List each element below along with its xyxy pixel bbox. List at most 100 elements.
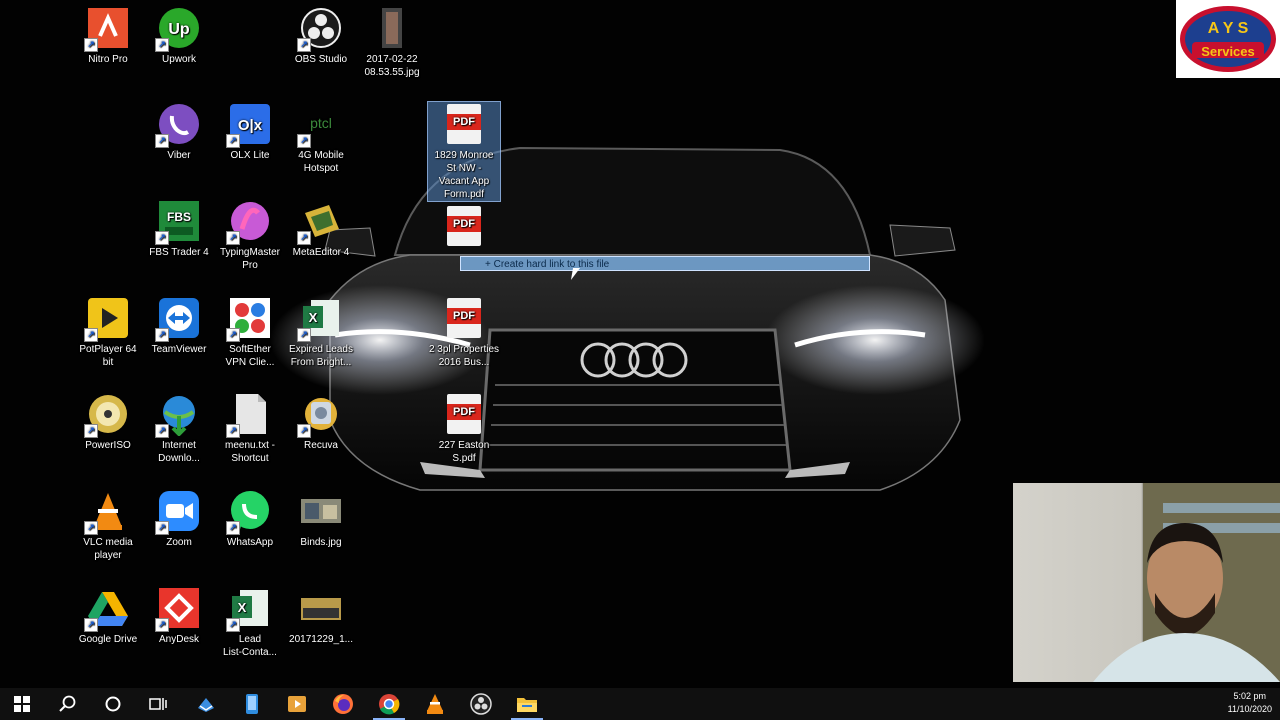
- chrome-icon: [379, 694, 400, 715]
- desktop-icon-20171229[interactable]: 20171229_1...: [283, 586, 359, 646]
- text-file-icon: ↗: [226, 392, 272, 438]
- image-thumbnail-icon: [370, 6, 414, 50]
- desktop-icon-metaeditor[interactable]: ↗ MetaEditor 4: [283, 199, 359, 259]
- desktop-icon-lead-list[interactable]: X ↗ Lead List-Conta...: [212, 586, 288, 659]
- taskbar-vlc-button[interactable]: [413, 688, 457, 720]
- desktop[interactable]: ↗ Nitro Pro ↗ Viber ↗ PotPlayer 64 bit ↗…: [0, 0, 1280, 688]
- windows-start-icon: [14, 696, 30, 712]
- desktop-icon-label: Zoom: [166, 537, 192, 548]
- media-player-icon: [288, 696, 306, 712]
- task-view-button[interactable]: [136, 688, 180, 720]
- nitro-pro-icon: ↗: [84, 6, 130, 52]
- desktop-icon-zoom[interactable]: ↗ Zoom: [141, 489, 217, 549]
- taskbar-file-explorer-button[interactable]: [505, 688, 549, 720]
- desktop-icon-1829-monroe-pdf[interactable]: PDF 1829 Monroe St NW - Vacant App Form.…: [427, 101, 501, 202]
- vlc-icon: ↗: [84, 489, 130, 535]
- desktop-icon-google-drive[interactable]: ↗ Google Drive: [70, 586, 146, 646]
- desktop-icon-olx[interactable]: O|x ↗ OLX Lite: [212, 102, 288, 162]
- start-button[interactable]: [0, 688, 44, 720]
- recuva-icon: ↗: [297, 392, 343, 438]
- desktop-icon-poweriso[interactable]: ↗ PowerISO: [70, 392, 146, 452]
- desktop-icon-227-easton-pdf[interactable]: PDF 227 Easton S.pdf: [426, 392, 502, 465]
- image-thumbnail-icon: [299, 586, 343, 630]
- taskbar-firefox-button[interactable]: [321, 688, 365, 720]
- olx-icon: O|x ↗: [226, 102, 272, 148]
- svg-text:X: X: [309, 310, 318, 325]
- svg-text:A Y S: A Y S: [1208, 20, 1249, 37]
- desktop-icon-pdf-file[interactable]: PDF: [426, 204, 502, 251]
- svg-text:O|x: O|x: [238, 117, 263, 134]
- desktop-icon-label: PowerISO: [85, 440, 131, 451]
- firefox-icon: [333, 694, 353, 714]
- desktop-icon-label: 2017-02-22 08.53.55.jpg: [364, 54, 420, 78]
- app-icon: [198, 698, 214, 712]
- desktop-icon-4g-mobile-hotspot[interactable]: ptcl ↗ 4G Mobile Hotspot: [283, 102, 359, 175]
- desktop-icon-label: TeamViewer: [151, 344, 207, 355]
- google-drive-icon: ↗: [84, 586, 130, 632]
- whatsapp-icon: ↗: [226, 489, 272, 535]
- cortana-circle-icon: [105, 696, 121, 712]
- desktop-icon-teamviewer[interactable]: ↗ TeamViewer: [141, 296, 217, 356]
- desktop-icon-label: Upwork: [162, 54, 196, 65]
- upwork-icon: Up ↗: [155, 6, 201, 52]
- desktop-icon-label: PotPlayer 64 bit: [79, 344, 137, 368]
- desktop-icon-label: Lead List-Conta...: [223, 634, 277, 658]
- taskbar-media-button[interactable]: [275, 688, 319, 720]
- desktop-icon-label: meenu.txt - Shortcut: [224, 440, 276, 464]
- desktop-icon-label: OBS Studio: [294, 54, 348, 65]
- pdf-icon: PDF: [442, 392, 486, 436]
- system-clock[interactable]: 5:02 pm 11/10/2020: [1228, 690, 1272, 716]
- teamviewer-icon: ↗: [155, 296, 201, 342]
- svg-text:ptcl: ptcl: [310, 115, 332, 131]
- desktop-icon-upwork[interactable]: Up ↗ Upwork: [141, 6, 217, 66]
- desktop-icon-potplayer[interactable]: ↗ PotPlayer 64 bit: [70, 296, 146, 369]
- desktop-icon-binds-jpg[interactable]: Binds.jpg: [283, 489, 359, 549]
- desktop-icon-label: VLC media player: [83, 537, 133, 561]
- desktop-icon-meenu-txt[interactable]: ↗ meenu.txt - Shortcut: [212, 392, 288, 465]
- excel-icon: X ↗: [297, 296, 343, 342]
- desktop-icon-anydesk[interactable]: ↗ AnyDesk: [141, 586, 217, 646]
- zoom-icon: ↗: [155, 489, 201, 535]
- desktop-icon-expired-leads[interactable]: X ↗ Expired Leads From Bright...: [283, 296, 359, 369]
- pdf-icon: PDF: [442, 102, 486, 146]
- task-view-icon: [149, 698, 167, 710]
- desktop-icon-label: 2 3pl Properties 2016 Bus...: [428, 344, 500, 368]
- logo-text: Services: [1201, 44, 1255, 59]
- desktop-icon-label: Binds.jpg: [300, 537, 342, 548]
- cortana-button[interactable]: [91, 688, 135, 720]
- desktop-icon-label: 1829 Monroe St NW - Vacant App Form.pdf: [434, 150, 494, 200]
- desktop-icon-viber[interactable]: ↗ Viber: [141, 102, 217, 162]
- desktop-icon-recuva[interactable]: ↗ Recuva: [283, 392, 359, 452]
- desktop-icon-nitro-pro[interactable]: ↗ Nitro Pro: [70, 6, 146, 66]
- vlc-icon: [427, 694, 443, 714]
- desktop-icon-label: 4G Mobile Hotspot: [298, 150, 344, 174]
- taskbar-app-button[interactable]: [184, 688, 228, 720]
- desktop-icon-2017-02-22-jpg[interactable]: 2017-02-22 08.53.55.jpg: [354, 6, 430, 79]
- desktop-icon-label: SoftEther VPN Clie...: [225, 344, 275, 368]
- desktop-icon-properties-pdf[interactable]: PDF 2 3pl Properties 2016 Bus...: [426, 296, 502, 369]
- taskbar-obs-button[interactable]: [459, 688, 503, 720]
- fbs-trader-icon: FBS ↗: [155, 199, 201, 245]
- clock-time: 5:02 pm: [1233, 691, 1267, 701]
- taskbar-phone-button[interactable]: [230, 688, 274, 720]
- desktop-icon-obs-studio[interactable]: ↗ OBS Studio: [283, 6, 359, 66]
- desktop-icon-softether[interactable]: ↗ SoftEther VPN Clie...: [212, 296, 288, 369]
- taskbar-chrome-button[interactable]: [367, 688, 411, 720]
- svg-text:X: X: [238, 600, 247, 615]
- desktop-icon-internet-download-manager[interactable]: ↗ Internet Downlo...: [141, 392, 217, 465]
- drag-tooltip: + Create hard link to this file: [460, 256, 870, 271]
- desktop-icon-label: Internet Downlo...: [158, 440, 200, 464]
- desktop-icon-whatsapp[interactable]: ↗ WhatsApp: [212, 489, 288, 549]
- search-icon: [59, 695, 76, 712]
- search-button[interactable]: [46, 688, 90, 720]
- obs-studio-icon: ↗: [297, 6, 343, 52]
- desktop-icon-typingmaster[interactable]: ↗ TypingMaster Pro: [212, 199, 288, 272]
- desktop-icon-fbs-trader[interactable]: FBS ↗ FBS Trader 4: [141, 199, 217, 259]
- pdf-icon: PDF: [442, 204, 486, 248]
- desktop-icon-vlc[interactable]: ↗ VLC media player: [70, 489, 146, 562]
- anydesk-icon: ↗: [155, 586, 201, 632]
- clock-date: 11/10/2020: [1227, 704, 1272, 714]
- desktop-icon-label: Viber: [167, 150, 191, 161]
- svg-text:Up: Up: [168, 21, 190, 38]
- desktop-icon-label: Expired Leads From Bright...: [289, 344, 353, 368]
